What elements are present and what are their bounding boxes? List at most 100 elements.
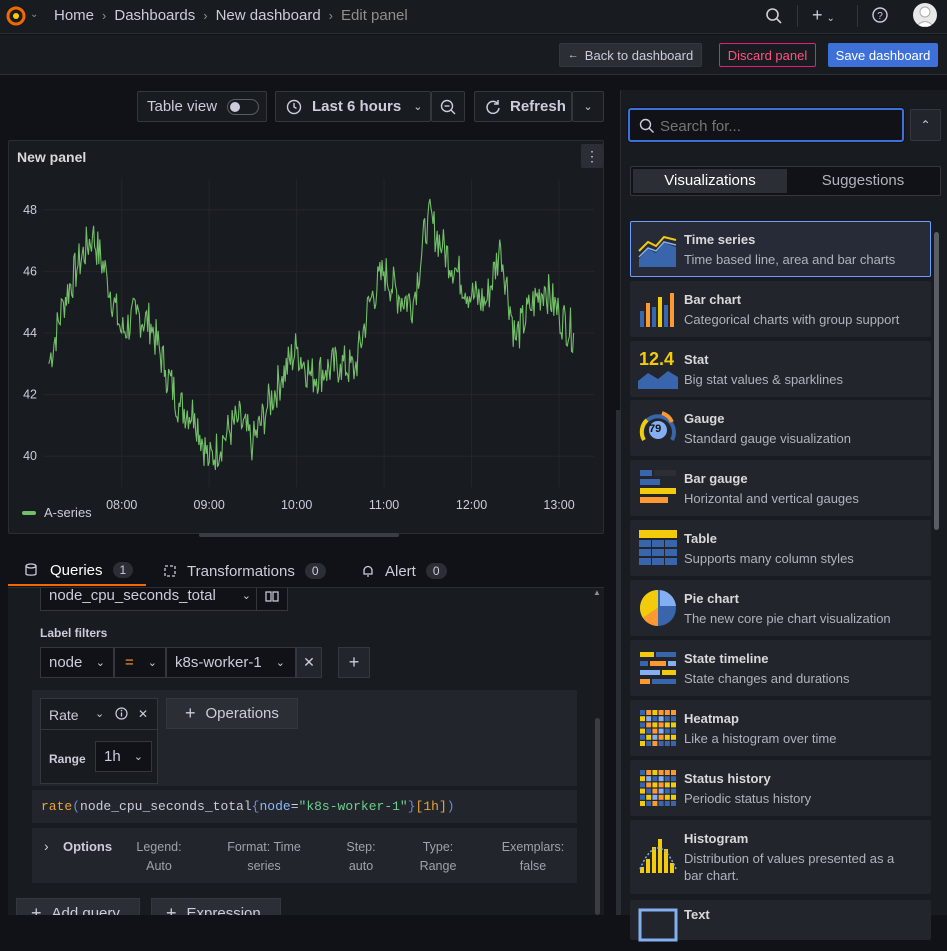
- heatmap-icon: [638, 708, 678, 748]
- operation-name[interactable]: Rate: [49, 707, 79, 723]
- viz-title: Status history: [684, 771, 811, 786]
- icon-cell: [659, 789, 664, 794]
- add-operation-button[interactable]: + Operations: [166, 698, 298, 729]
- viz-item-bar-chart[interactable]: Bar chartCategorical charts with group s…: [630, 281, 931, 337]
- discard-panel-button[interactable]: Discard panel: [719, 43, 816, 67]
- remove-operation-icon[interactable]: ✕: [138, 707, 148, 721]
- search-input[interactable]: [660, 116, 890, 136]
- tab-transformations[interactable]: Transformations 0: [163, 556, 326, 586]
- avatar[interactable]: [913, 3, 937, 27]
- viz-item-table[interactable]: TableSupports many column styles: [630, 520, 931, 576]
- collapse-picker-button[interactable]: ⌃: [910, 109, 941, 141]
- query-options-row[interactable]: › Options Legend: Auto Format: Time seri…: [32, 828, 577, 883]
- icon-cell: [659, 710, 664, 715]
- icon-cell: [652, 776, 657, 781]
- clock-icon: [286, 99, 302, 115]
- metric-select[interactable]: node_cpu_seconds_total ⌄: [40, 588, 262, 611]
- y-tick-label: 44: [23, 326, 37, 340]
- toggle-switch[interactable]: [227, 99, 259, 115]
- icon-cell: [659, 770, 664, 775]
- search-field[interactable]: [628, 108, 904, 142]
- viz-item-state-timeline[interactable]: State timelineState changes and duration…: [630, 640, 931, 696]
- metrics-explorer-button[interactable]: [256, 588, 288, 611]
- grafana-logo-icon[interactable]: [5, 5, 27, 27]
- label-name-select[interactable]: node ⌄: [40, 647, 114, 678]
- save-dashboard-button[interactable]: Save dashboard: [828, 43, 938, 67]
- tab-queries[interactable]: Queries 1: [8, 556, 146, 586]
- tab-suggestions[interactable]: Suggestions: [787, 169, 939, 193]
- viz-item-gauge[interactable]: 79 GaugeStandard gauge visualization: [630, 400, 931, 456]
- time-series-chart: 404244464808:0009:0010:0011:0012:0013:00: [9, 171, 605, 531]
- histogram-icon: [638, 835, 678, 875]
- viz-desc: Big stat values & sparklines: [684, 372, 843, 387]
- plus-icon: +: [31, 903, 42, 915]
- viz-item-heatmap[interactable]: HeatmapLike a histogram over time: [630, 700, 931, 756]
- viz-item-time-series[interactable]: Time seriesTime based line, area and bar…: [630, 221, 931, 277]
- breadcrumb-new-dashboard[interactable]: New dashboard: [216, 7, 321, 24]
- scroll-up-icon[interactable]: ▲: [593, 588, 601, 597]
- remove-label-filter-button[interactable]: ✕: [296, 647, 322, 678]
- viz-item-stat[interactable]: 12.4 StatBig stat values & sparklines: [630, 341, 931, 397]
- table-icon: [638, 528, 678, 568]
- chevron-down-icon: ⌄: [134, 750, 143, 763]
- viz-item-text[interactable]: Text: [630, 900, 931, 940]
- tab-alert[interactable]: Alert 0: [361, 556, 447, 586]
- scrollbar[interactable]: [595, 718, 600, 915]
- icon-cell: [652, 722, 657, 727]
- breadcrumb: Home › Dashboards › New dashboard › Edit…: [54, 7, 408, 24]
- pie-chart-icon: [638, 588, 678, 628]
- viz-item-histogram[interactable]: HistogramDistribution of values presente…: [630, 820, 931, 894]
- table-view-toggle[interactable]: Table view: [137, 91, 267, 122]
- refresh-button[interactable]: Refresh: [474, 91, 572, 122]
- back-to-dashboard-button[interactable]: ←Back to dashboard: [559, 43, 702, 67]
- viz-item-pie-chart[interactable]: Pie chartThe new core pie chart visualiz…: [630, 580, 931, 636]
- search-icon[interactable]: [765, 7, 783, 28]
- add-query-button[interactable]: + Add query: [16, 898, 140, 915]
- plus-icon: +: [349, 652, 360, 673]
- chevron-down-icon: ⌄: [242, 589, 251, 602]
- pane-splitter[interactable]: [616, 410, 620, 915]
- chevron-down-icon[interactable]: ⌄: [30, 9, 38, 20]
- breadcrumb-home[interactable]: Home: [54, 7, 94, 24]
- state-timeline-icon: [638, 648, 678, 688]
- range-select[interactable]: 1h ⌄: [95, 741, 152, 772]
- add-query-label: Add query: [52, 905, 120, 915]
- icon-cell: [659, 801, 664, 806]
- alert-count-badge: 0: [426, 563, 447, 579]
- table-view-label: Table view: [147, 98, 217, 115]
- time-range-picker[interactable]: Last 6 hours ⌄: [275, 91, 431, 122]
- viz-title: Pie chart: [684, 591, 891, 606]
- icon-cell: [671, 770, 676, 775]
- icon-cell: [665, 729, 670, 734]
- option-legend: Legend: Auto: [132, 838, 186, 876]
- add-expression-button[interactable]: + Expression: [151, 898, 281, 915]
- viz-item-status-history[interactable]: Status historyPeriodic status history: [630, 760, 931, 816]
- operations-label: Operations: [206, 705, 279, 722]
- chevron-down-icon: ⌄: [148, 656, 157, 669]
- chevron-down-icon[interactable]: ⌄: [95, 707, 104, 720]
- viz-list-scrollbar[interactable]: [934, 232, 939, 530]
- viz-title: Gauge: [684, 411, 851, 426]
- icon-cell: [640, 795, 645, 800]
- panel-menu-icon[interactable]: ⋮: [581, 144, 603, 168]
- zoom-out-button[interactable]: [431, 91, 465, 122]
- tab-visualizations[interactable]: Visualizations: [633, 169, 787, 193]
- label-operator-select[interactable]: = ⌄: [114, 647, 166, 678]
- refresh-interval-dropdown[interactable]: ⌄: [572, 91, 604, 122]
- legend-label[interactable]: A-series: [44, 505, 92, 520]
- svg-text:?: ?: [877, 11, 883, 22]
- breadcrumb-dashboards[interactable]: Dashboards: [114, 7, 195, 24]
- panel-resize-handle[interactable]: [199, 533, 399, 537]
- icon-cell: [665, 710, 670, 715]
- icon-cell: [646, 795, 651, 800]
- info-icon[interactable]: [115, 707, 128, 723]
- option-step-value: auto: [336, 857, 386, 876]
- help-icon[interactable]: ?: [872, 7, 888, 26]
- label-value-select[interactable]: k8s-worker-1 ⌄: [166, 647, 296, 678]
- tab-alert-label: Alert: [385, 563, 416, 580]
- add-icon[interactable]: +⌄: [812, 5, 835, 26]
- plus-icon: +: [166, 903, 177, 915]
- add-label-filter-button[interactable]: +: [338, 647, 370, 678]
- range-value: 1h: [104, 748, 121, 765]
- viz-item-bar-gauge[interactable]: Bar gaugeHorizontal and vertical gauges: [630, 460, 931, 516]
